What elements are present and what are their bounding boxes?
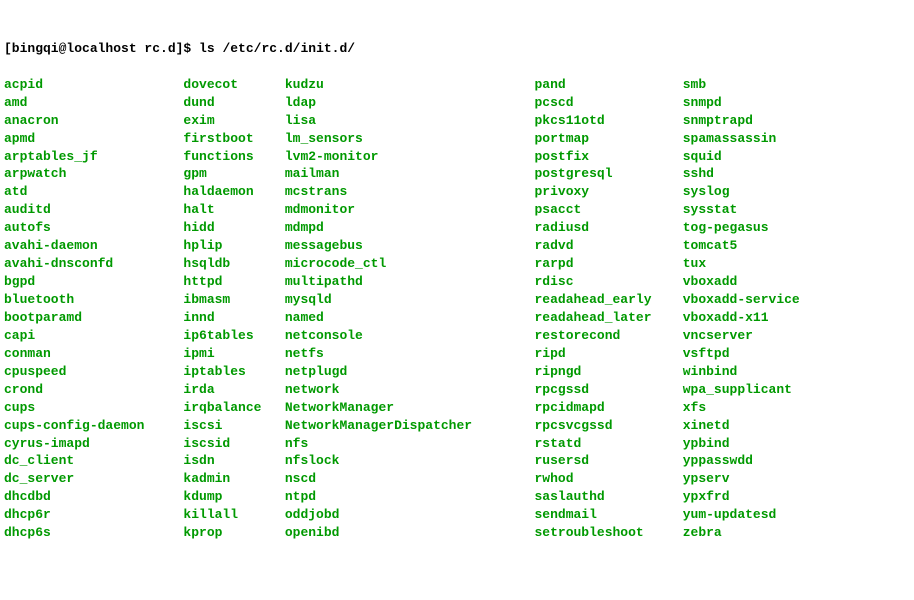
prompt-command: ls /etc/rc.d/init.d/: [199, 41, 355, 56]
file-listing: acpid dovecot kudzu pand smb amd dund ld…: [4, 76, 910, 542]
prompt-user-host: [bingqi@localhost rc.d]$: [4, 41, 191, 56]
terminal-prompt-line: [bingqi@localhost rc.d]$ ls /etc/rc.d/in…: [4, 40, 910, 58]
